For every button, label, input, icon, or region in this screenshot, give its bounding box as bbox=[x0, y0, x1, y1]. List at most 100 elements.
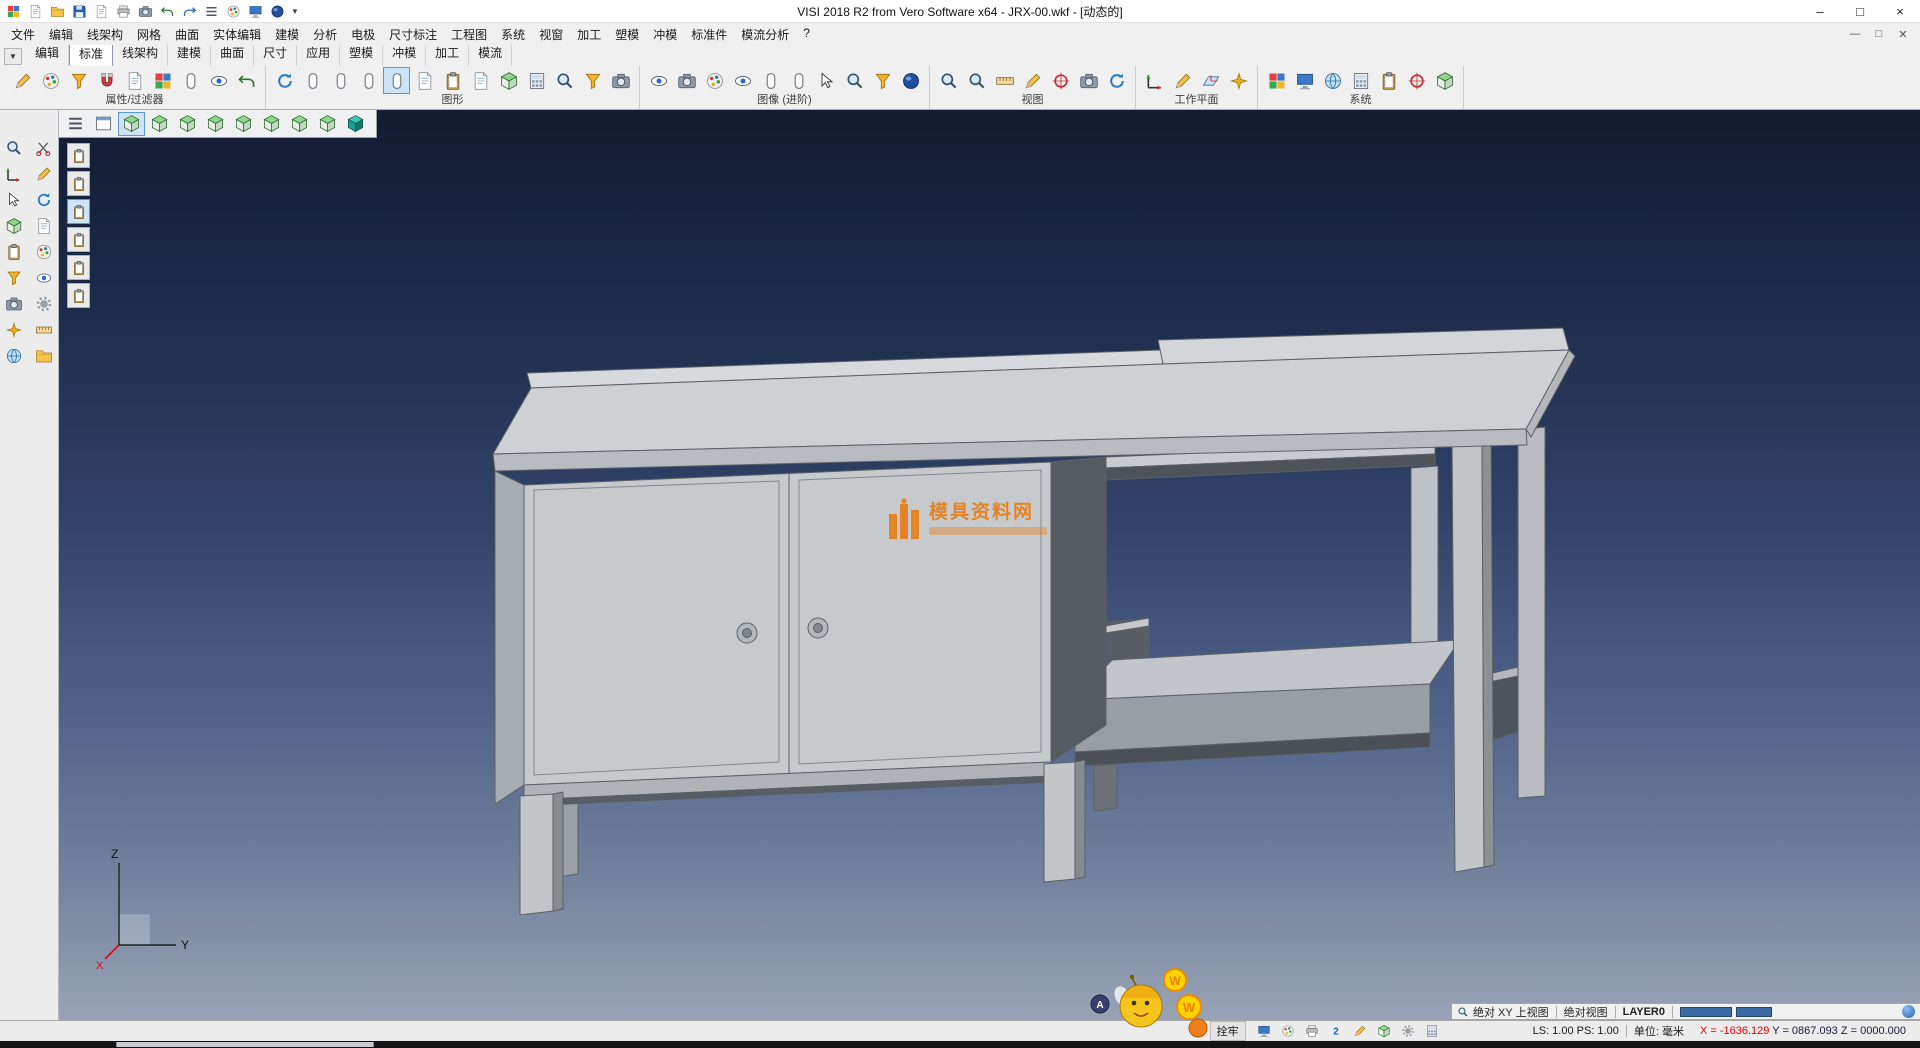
axes-tool-icon[interactable] bbox=[1, 162, 27, 185]
settings-tool-icon[interactable] bbox=[31, 292, 57, 315]
visi-app-icon[interactable] bbox=[3, 2, 24, 21]
solid-tool-icon[interactable] bbox=[1, 214, 27, 237]
cursor-pick-icon[interactable] bbox=[813, 67, 840, 94]
doc-stack-icon[interactable] bbox=[467, 67, 494, 94]
menu-item-实体编辑[interactable]: 实体编辑 bbox=[206, 24, 268, 45]
new-document-icon[interactable] bbox=[25, 2, 46, 21]
menu-item-网格[interactable]: 网格 bbox=[130, 24, 168, 45]
help-icon[interactable] bbox=[267, 2, 288, 21]
tab-曲面[interactable]: 曲面 bbox=[211, 42, 254, 66]
edit-attributes-icon[interactable] bbox=[9, 67, 36, 94]
center-view-icon[interactable] bbox=[1047, 67, 1074, 94]
advanced-filter-icon[interactable] bbox=[869, 67, 896, 94]
sketch-tool-icon[interactable] bbox=[31, 162, 57, 185]
trim-tool-icon[interactable] bbox=[31, 136, 57, 159]
menu-item-塑模[interactable]: 塑模 bbox=[608, 24, 646, 45]
rendered-mode-icon[interactable] bbox=[383, 67, 410, 94]
plot-icon[interactable] bbox=[135, 2, 156, 21]
paste-special-icon[interactable] bbox=[67, 171, 90, 196]
paste-attributes-icon[interactable] bbox=[67, 199, 90, 224]
render-sphere-icon[interactable] bbox=[897, 67, 924, 94]
palette-doc-icon[interactable] bbox=[701, 67, 728, 94]
database-icon[interactable] bbox=[523, 67, 550, 94]
clipboard-icon[interactable] bbox=[439, 67, 466, 94]
measure-icon[interactable] bbox=[991, 67, 1018, 94]
zoom-doc-icon[interactable] bbox=[841, 67, 868, 94]
grid-status-icon[interactable] bbox=[1422, 1023, 1443, 1040]
search-doc-icon[interactable] bbox=[551, 67, 578, 94]
monitor-icon[interactable] bbox=[245, 2, 266, 21]
tag-filter-icon[interactable] bbox=[579, 67, 606, 94]
redraw-icon[interactable] bbox=[271, 67, 298, 94]
layer-colors-icon[interactable] bbox=[149, 67, 176, 94]
world-icon[interactable] bbox=[1319, 67, 1346, 94]
brush-status-icon[interactable] bbox=[1350, 1023, 1371, 1040]
tab-应用[interactable]: 应用 bbox=[297, 42, 340, 66]
element-color-swatch[interactable] bbox=[1736, 1007, 1772, 1017]
library-tool-icon[interactable] bbox=[31, 344, 57, 367]
menu-item-系统[interactable]: 系统 bbox=[494, 24, 532, 45]
workbench-model[interactable]: Z Y X bbox=[59, 110, 1920, 1020]
display-settings-icon[interactable] bbox=[1291, 67, 1318, 94]
shaded-view-icon[interactable] bbox=[342, 112, 369, 136]
zoom-tool-icon[interactable] bbox=[1, 136, 27, 159]
copy-attributes-icon[interactable] bbox=[67, 227, 90, 252]
menu-item-文件[interactable]: 文件 bbox=[4, 24, 42, 45]
measure-tool-icon[interactable] bbox=[31, 318, 57, 341]
active-layer-label[interactable]: LAYER0 bbox=[1623, 1006, 1665, 1018]
select-tool-icon[interactable] bbox=[1, 188, 27, 211]
menu-item-建模[interactable]: 建模 bbox=[268, 24, 306, 45]
menu-item-模流分析[interactable]: 模流分析 bbox=[734, 24, 796, 45]
hidden-line-mode-icon[interactable] bbox=[327, 67, 354, 94]
tab-标准[interactable]: 标准 bbox=[69, 42, 113, 66]
sparkle-tool-icon[interactable] bbox=[1, 318, 27, 341]
palette-status-icon[interactable] bbox=[1278, 1023, 1299, 1040]
menu-item-尺寸标注[interactable]: 尺寸标注 bbox=[382, 24, 444, 45]
isometric-view-icon[interactable] bbox=[118, 112, 145, 136]
pill-display-2-icon[interactable] bbox=[785, 67, 812, 94]
color-attributes-icon[interactable] bbox=[37, 67, 64, 94]
quick-access-dropdown[interactable]: ▼ bbox=[288, 2, 302, 21]
help-2-icon[interactable] bbox=[1326, 1023, 1347, 1040]
solid-cube-icon[interactable] bbox=[495, 67, 522, 94]
filter-tool-icon[interactable] bbox=[1, 266, 27, 289]
workplane-auto-icon[interactable] bbox=[1225, 67, 1252, 94]
paste-plain-icon[interactable] bbox=[67, 143, 90, 168]
menu-item-编辑[interactable]: 编辑 bbox=[42, 24, 80, 45]
tab-模流[interactable]: 模流 bbox=[469, 42, 512, 66]
menu-item-线架构[interactable]: 线架构 bbox=[80, 24, 130, 45]
mdi-restore-button[interactable]: □ bbox=[1872, 28, 1886, 41]
workplane-edit-icon[interactable] bbox=[1169, 67, 1196, 94]
gear-status-icon[interactable] bbox=[1398, 1023, 1419, 1040]
snap-grid-icon[interactable] bbox=[1403, 67, 1430, 94]
workplane-align-icon[interactable] bbox=[1197, 67, 1224, 94]
window-status-icon[interactable] bbox=[1254, 1023, 1275, 1040]
back-view-icon[interactable] bbox=[258, 112, 285, 136]
mdi-minimize-button[interactable]: — bbox=[1848, 28, 1862, 41]
colors-tool-icon[interactable] bbox=[31, 240, 57, 263]
menu-item-分析[interactable]: 分析 bbox=[306, 24, 344, 45]
tab-建模[interactable]: 建模 bbox=[168, 42, 211, 66]
element-mask-icon[interactable] bbox=[177, 67, 204, 94]
menu-item-加工[interactable]: 加工 bbox=[570, 24, 608, 45]
axonometric-view-icon[interactable] bbox=[314, 112, 341, 136]
tab-线架构[interactable]: 线架构 bbox=[113, 42, 168, 66]
viewport-layout-icon[interactable] bbox=[90, 112, 117, 136]
tab-编辑[interactable]: 编辑 bbox=[26, 42, 69, 66]
calculator-icon[interactable] bbox=[1347, 67, 1374, 94]
tab-加工[interactable]: 加工 bbox=[426, 42, 469, 66]
view-reference-label[interactable]: 绝对 XY 上视图 bbox=[1473, 1004, 1549, 1020]
minimize-button[interactable]: – bbox=[1800, 0, 1840, 22]
shaded-mode-icon[interactable] bbox=[355, 67, 382, 94]
status-orb-icon[interactable] bbox=[1902, 1005, 1915, 1018]
pill-display-icon[interactable] bbox=[757, 67, 784, 94]
maximize-button[interactable]: □ bbox=[1840, 0, 1880, 22]
binoculars-icon[interactable] bbox=[645, 67, 672, 94]
redo-icon[interactable] bbox=[179, 2, 200, 21]
open-file-icon[interactable] bbox=[47, 2, 68, 21]
magnet-snap-icon[interactable] bbox=[93, 67, 120, 94]
wireframe-mode-icon[interactable] bbox=[299, 67, 326, 94]
format-painter-icon[interactable] bbox=[67, 255, 90, 280]
import-doc-icon[interactable] bbox=[91, 2, 112, 21]
view-mode-label[interactable]: 绝对视图 bbox=[1564, 1004, 1608, 1020]
